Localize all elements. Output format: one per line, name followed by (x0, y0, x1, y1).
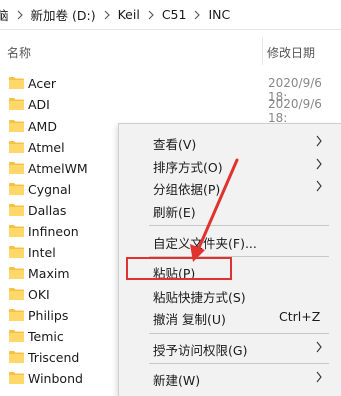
folder-icon (9, 183, 24, 195)
folder-icon (9, 204, 24, 216)
list-item[interactable]: ADI 2020/9/6 18: (0, 94, 341, 125)
file-name: Intel (28, 245, 56, 260)
column-divider[interactable] (262, 37, 263, 65)
chevron-right-icon (316, 341, 322, 353)
menu-item-label: 排序方式(O) (153, 160, 223, 175)
folder-icon (9, 351, 24, 363)
column-header-name[interactable]: 名称 (7, 44, 31, 61)
menu-item-give-access[interactable]: 授予访问权限(G) (119, 336, 341, 358)
menu-separator (149, 333, 329, 334)
folder-icon (9, 288, 24, 300)
menu-item-undo-copy[interactable]: 撤消 复制(U) Ctrl+Z (119, 305, 341, 327)
menu-separator (149, 225, 329, 226)
file-name: Triscend (28, 350, 80, 365)
chevron-right-icon[interactable] (100, 0, 114, 29)
breadcrumb-item-pc[interactable]: 脑 (0, 5, 13, 24)
file-name: Cygnal (28, 182, 72, 197)
folder-icon (9, 141, 24, 153)
file-name: Philips (28, 308, 69, 323)
folder-icon (9, 98, 24, 110)
menu-item-paste-shortcut[interactable]: 粘贴快捷方式(S) (119, 283, 341, 305)
file-name: OKI (28, 287, 50, 302)
file-name: Infineon (28, 224, 79, 239)
folder-icon (9, 225, 24, 237)
menu-item-view[interactable]: 查看(V) (119, 130, 341, 152)
breadcrumb: 脑 新加卷 (D:) Keil C51 INC (0, 0, 341, 30)
menu-item-label: 粘贴快捷方式(S) (153, 290, 246, 305)
chevron-right-icon (316, 135, 322, 147)
breadcrumb-item-inc[interactable]: INC (204, 7, 234, 22)
chevron-right-icon[interactable] (190, 0, 204, 29)
menu-item-group-by[interactable]: 分组依据(P) (119, 175, 341, 197)
file-name: Temic (28, 329, 64, 344)
file-name: AMD (28, 119, 57, 134)
file-name: AtmelWM (28, 161, 88, 176)
column-header-date[interactable]: 修改日期 (267, 44, 315, 61)
menu-item-label: 分组依据(P) (153, 182, 221, 197)
file-name: Dallas (28, 203, 67, 218)
file-name: Maxim (28, 266, 70, 281)
folder-icon (9, 309, 24, 321)
folder-icon (9, 162, 24, 174)
folder-icon (9, 330, 24, 342)
file-name: Acer (28, 76, 57, 91)
folder-icon (9, 372, 24, 384)
breadcrumb-item-keil[interactable]: Keil (114, 7, 144, 22)
file-name: ADI (28, 97, 50, 112)
menu-item-label: 撤消 复制(U) (153, 312, 226, 327)
file-name: Winbond (28, 371, 83, 386)
menu-item-label: 新建(W) (153, 373, 201, 388)
file-name: Atmel (28, 140, 65, 155)
chevron-right-icon[interactable] (13, 0, 27, 29)
menu-item-refresh[interactable]: 刷新(E) (119, 198, 341, 220)
breadcrumb-item-drive[interactable]: 新加卷 (D:) (27, 5, 100, 24)
menu-item-label: 授予访问权限(G) (153, 343, 248, 358)
folder-icon (9, 267, 24, 279)
menu-item-label: 刷新(E) (153, 205, 196, 220)
column-header-row: 名称 修改日期 (0, 37, 341, 65)
menu-item-sort-by[interactable]: 排序方式(O) (119, 153, 341, 175)
paste-highlight-box (126, 257, 232, 280)
list-item[interactable]: Acer 2020/9/6 18: (0, 73, 341, 104)
folder-icon (9, 246, 24, 258)
folder-icon (9, 77, 24, 89)
chevron-right-icon (316, 371, 322, 383)
chevron-right-icon (316, 180, 322, 192)
menu-item-shortcut: Ctrl+Z (279, 309, 321, 324)
menu-item-label: 自定义文件夹(F)... (153, 236, 257, 251)
menu-item-new[interactable]: 新建(W) (119, 366, 341, 388)
chevron-right-icon[interactable] (144, 0, 158, 29)
breadcrumb-item-c51[interactable]: C51 (158, 7, 191, 22)
menu-item-customize-folder[interactable]: 自定义文件夹(F)... (119, 229, 341, 251)
menu-separator (149, 363, 329, 364)
menu-item-label: 查看(V) (153, 137, 197, 152)
chevron-right-icon (316, 158, 322, 170)
folder-icon (9, 120, 24, 132)
